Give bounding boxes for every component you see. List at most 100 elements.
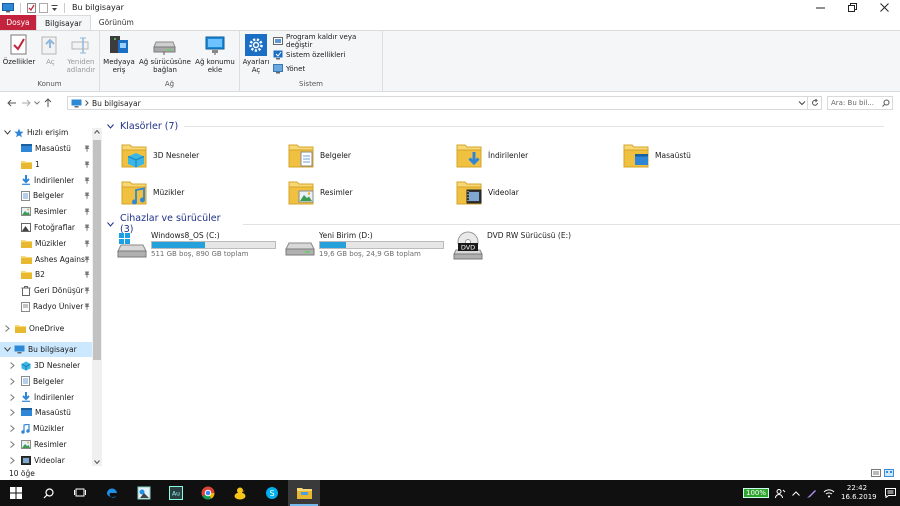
pin-icon[interactable]	[84, 224, 90, 231]
pin-icon[interactable]	[84, 177, 90, 184]
taskbar-chrome[interactable]	[192, 480, 224, 506]
wifi-icon[interactable]	[823, 488, 835, 498]
pin-icon[interactable]	[84, 145, 90, 152]
pin-icon[interactable]	[84, 161, 90, 168]
chevron-right-icon[interactable]	[8, 377, 17, 385]
nav-pc-item[interactable]: Videolar	[0, 453, 92, 466]
folder-tile[interactable]: Videolar	[456, 177, 519, 207]
address-dropdown-icon[interactable]	[798, 99, 806, 107]
folder-tile[interactable]: Resimler	[288, 177, 353, 207]
folder-tile[interactable]: 3D Nesneler	[121, 140, 199, 170]
nav-pc-item[interactable]: Resimler	[0, 437, 92, 452]
nav-quick-item[interactable]: Fotoğraflar	[0, 220, 92, 235]
tab-dosya[interactable]: Dosya	[0, 15, 36, 30]
scroll-down-icon[interactable]	[94, 460, 100, 464]
scroll-up-icon[interactable]	[94, 130, 100, 134]
chevron-up-icon[interactable]	[792, 490, 800, 496]
drive-c[interactable]: Windows8_OS (C:) 511 GB boş, 890 GB topl…	[117, 231, 276, 259]
nav-quick-item[interactable]: 1	[0, 157, 92, 172]
folder-tile[interactable]: Masaüstü	[623, 140, 691, 170]
nav-quick-item[interactable]: Müzikler	[0, 236, 92, 251]
taskbar-duck-app[interactable]	[224, 480, 256, 506]
access-media-button[interactable]: Medyaya eriş	[103, 33, 135, 74]
chevron-right-icon[interactable]	[8, 409, 17, 417]
nav-quick-item[interactable]: Belgeler	[0, 188, 92, 203]
navigation-pane-scrollbar[interactable]	[92, 128, 102, 466]
nav-pc-item[interactable]: Masaüstü	[0, 405, 92, 420]
open-button[interactable]: Aç	[39, 33, 62, 66]
start-button[interactable]	[0, 480, 32, 506]
search-taskbar-button[interactable]	[32, 480, 64, 506]
pin-icon[interactable]	[84, 240, 90, 247]
drive-d[interactable]: Yeni Birim (D:) 19,6 GB boş, 24,9 GB top…	[285, 231, 444, 259]
manage-button[interactable]: Yönet	[273, 63, 379, 75]
back-button[interactable]	[5, 96, 19, 110]
nav-pc-item[interactable]: 3D Nesneler	[0, 358, 92, 373]
breadcrumb-chevron-icon[interactable]	[85, 100, 89, 106]
recent-locations-button[interactable]	[33, 96, 41, 110]
nav-pc-item[interactable]: Müzikler	[0, 421, 92, 436]
open-settings-button[interactable]: Ayarları Aç	[243, 33, 269, 74]
properties-button[interactable]: Özellikler	[3, 33, 35, 66]
dvd-drive-e[interactable]: DVD DVD RW Sürücüsü (E:)	[453, 231, 571, 261]
notifications-icon[interactable]	[885, 488, 896, 498]
chevron-down-icon[interactable]	[3, 130, 12, 135]
refresh-button[interactable]	[808, 96, 822, 110]
taskbar-file-explorer[interactable]	[288, 480, 320, 506]
pin-icon[interactable]	[84, 208, 90, 215]
search-box[interactable]: Ara: Bu bil...	[827, 96, 893, 110]
folder-tile[interactable]: İndirilenler	[456, 140, 528, 170]
nav-quick-access[interactable]: Hızlı erişim	[0, 125, 92, 140]
large-icons-view-icon[interactable]	[884, 469, 894, 477]
taskbar-photos[interactable]	[128, 480, 160, 506]
chevron-down-icon[interactable]	[107, 221, 114, 227]
chevron-right-icon[interactable]	[8, 441, 17, 448]
details-view-icon[interactable]	[871, 469, 881, 477]
close-button[interactable]	[868, 0, 900, 15]
folder-tile[interactable]: Müzikler	[121, 177, 184, 207]
uninstall-program-button[interactable]: Program kaldır veya değiştir	[273, 33, 379, 49]
new-folder-icon[interactable]	[39, 2, 48, 13]
rename-button[interactable]: Yeniden adlandır	[66, 33, 96, 74]
folder-tile[interactable]: Belgeler	[288, 140, 351, 170]
nav-quick-item[interactable]: Masaüstü	[0, 141, 92, 156]
nav-pc-item[interactable]: Belgeler	[0, 374, 92, 389]
add-network-location-button[interactable]: Ağ konumu ekle	[195, 33, 235, 74]
nav-quick-item[interactable]: Resimler	[0, 204, 92, 219]
battery-indicator[interactable]: 100%	[742, 488, 769, 498]
pin-icon[interactable]	[84, 192, 90, 200]
nav-quick-item[interactable]: Ashes Agains	[0, 252, 92, 267]
chevron-right-icon[interactable]	[8, 393, 17, 401]
stylus-pen-icon[interactable]	[806, 488, 817, 499]
tab-gorunum[interactable]: Görünüm	[91, 15, 142, 30]
folders-group-header[interactable]: Klasörler (7)	[107, 121, 885, 132]
chevron-right-icon[interactable]	[8, 456, 17, 464]
nav-quick-item[interactable]: Geri Dönüşür	[0, 283, 92, 298]
taskbar-audition[interactable]: Au	[160, 480, 192, 506]
address-bar[interactable]: Bu bilgisayar	[67, 96, 808, 110]
nav-quick-item[interactable]: Radyo Üniver	[0, 299, 92, 314]
scrollbar-thumb[interactable]	[93, 140, 101, 360]
customize-toolbar-chevron-icon[interactable]	[51, 4, 58, 12]
nav-quick-item[interactable]: İndirilenler	[0, 173, 92, 188]
nav-quick-item[interactable]: B2	[0, 267, 92, 282]
restore-button[interactable]	[836, 0, 868, 15]
task-view-button[interactable]	[64, 480, 96, 506]
tab-bilgisayar[interactable]: Bilgisayar	[36, 15, 91, 30]
chevron-right-icon[interactable]	[8, 362, 17, 369]
map-network-drive-button[interactable]: Ağ sürücüsüne bağlan	[139, 33, 191, 74]
chevron-right-icon[interactable]	[8, 425, 17, 433]
people-icon[interactable]	[775, 488, 786, 499]
pin-icon[interactable]	[84, 287, 90, 294]
chevron-down-icon[interactable]	[107, 124, 114, 129]
system-properties-button[interactable]: Sistem özellikleri	[273, 49, 379, 61]
nav-pc-item[interactable]: İndirilenler	[0, 390, 92, 405]
pin-icon[interactable]	[84, 271, 90, 279]
taskbar-edge[interactable]	[96, 480, 128, 506]
pin-icon[interactable]	[84, 256, 90, 263]
clock[interactable]: 22:42 16.6.2019	[841, 484, 877, 502]
minimize-button[interactable]	[804, 0, 836, 15]
breadcrumb-this-pc[interactable]: Bu bilgisayar	[92, 99, 141, 108]
pin-icon[interactable]	[84, 303, 90, 310]
chevron-down-icon[interactable]	[3, 347, 12, 352]
